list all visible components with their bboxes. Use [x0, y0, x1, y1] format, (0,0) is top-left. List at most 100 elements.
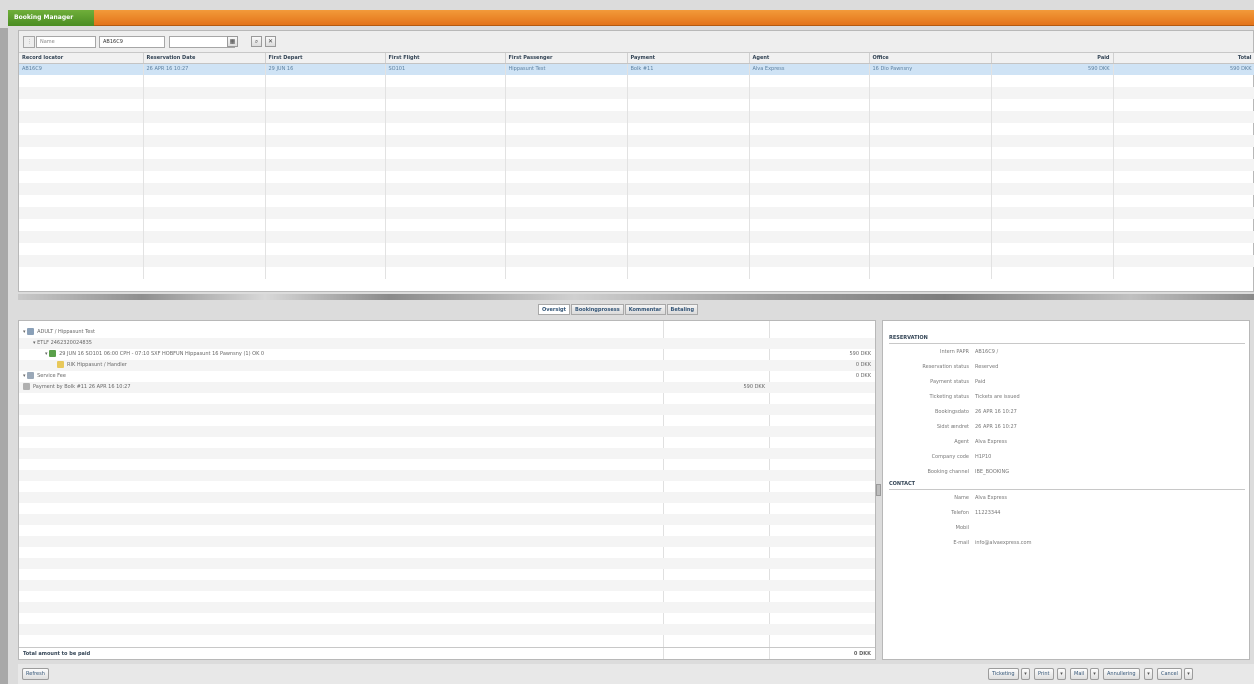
total-amount-row: Total amount to be paid 0 DKK: [19, 647, 875, 659]
cell: 29 JUN 16: [265, 63, 386, 75]
window-left-edge: [0, 28, 8, 684]
record-locator-input[interactable]: AB16C9: [99, 36, 165, 48]
pane-resize-handle[interactable]: [876, 484, 881, 496]
empty-row: [19, 536, 875, 547]
tree-row-ancillary[interactable]: RIK Hippasunt / Handler 0 DKK: [19, 360, 875, 371]
annullering-button[interactable]: Annullering: [1103, 668, 1140, 680]
table-row[interactable]: AB16C9 26 APR 16 10:27 29 JUN 16 SO101 H…: [19, 63, 1254, 75]
empty-row: [19, 635, 875, 646]
tree-amount: 590 DKK: [849, 351, 871, 357]
empty-row: [19, 183, 1254, 195]
cell: AB16C9: [19, 63, 144, 75]
empty-row: [19, 147, 1254, 159]
total-label: Total amount to be paid: [23, 651, 91, 657]
name-input[interactable]: Name: [36, 36, 96, 48]
annullering-dropdown-icon[interactable]: ▾: [1144, 668, 1153, 680]
empty-row: [19, 624, 875, 635]
empty-row: [19, 111, 1254, 123]
empty-row: [19, 580, 875, 591]
tree-label: RIK Hippasunt / Handler: [67, 362, 127, 368]
col-first-flight[interactable]: First Flight: [385, 53, 506, 64]
field-booking-channel: Booking channel IBE_BOOKING: [927, 469, 1010, 475]
refresh-button[interactable]: Refresh: [22, 668, 49, 680]
col-record-locator[interactable]: Record locator: [19, 53, 144, 64]
reservation-summary-panel: RESERVATION Intern PAPR AB16C9 / Reservat…: [882, 320, 1250, 660]
empty-row: [19, 207, 1254, 219]
col-first-passenger[interactable]: First Passenger: [505, 53, 628, 64]
divider: [889, 489, 1245, 490]
cancel-dropdown-icon[interactable]: ▾: [1184, 668, 1193, 680]
tree-label: 29 JUN 16 SO101 06:00 CPH - 07:10 SXF HO…: [59, 351, 265, 357]
tree-row-service-fee[interactable]: ▾ Service Fee 0 DKK: [19, 371, 875, 382]
fee-icon: [27, 372, 35, 379]
total-value: 0 DKK: [853, 651, 871, 657]
tree-row-ticket-number[interactable]: ▾ ETLF 2462320024835: [19, 338, 875, 349]
tree-row-segment[interactable]: ▾ 29 JUN 16 SO101 06:00 CPH - 07:10 SXF …: [19, 349, 875, 360]
expand-icon[interactable]: ▾: [33, 340, 36, 346]
tree-row-payment[interactable]: Payment by Bolk #11 26 APR 16 10:27 590 …: [19, 382, 875, 393]
empty-row: [19, 123, 1254, 135]
tab-betaling[interactable]: Betaling: [666, 304, 699, 315]
tab-bookingprosess[interactable]: Bookingprosess: [571, 304, 624, 315]
tree-amount: 0 DKK: [855, 373, 871, 379]
grip-icon: ⋮: [23, 36, 35, 48]
tree-row-passenger[interactable]: ▾ ADULT / Hippasunt Test: [19, 327, 875, 338]
expand-icon[interactable]: ▾: [45, 351, 48, 357]
ticketing-button[interactable]: Ticketing: [988, 668, 1019, 680]
col-agent[interactable]: Agent: [749, 53, 870, 64]
divider: [889, 343, 1245, 344]
calendar-icon[interactable]: ▦: [227, 36, 238, 47]
tree-label: ETLF 2462320024835: [37, 340, 92, 346]
field-reservation-status: Reservation status Reserved: [922, 364, 999, 370]
search-toolbar: ⋮ Name AB16C9 ▦ ⌕ ✕: [19, 31, 1253, 53]
mail-button[interactable]: Mail: [1070, 668, 1089, 680]
empty-row: [19, 231, 1254, 243]
field-last-changed: Sidst ændret 26 APR 16 10:27: [936, 424, 1017, 430]
empty-row: [19, 426, 875, 437]
tree-amount: 0 DKK: [855, 362, 871, 368]
col-total[interactable]: Total: [1113, 53, 1254, 64]
empty-row: [19, 415, 875, 426]
field-payment-status: Payment status Paid: [930, 379, 986, 385]
empty-row: [19, 243, 1254, 255]
empty-row: [19, 591, 875, 602]
print-button[interactable]: Print: [1034, 668, 1054, 680]
field-intern-papr: Intern PAPR AB16C9 /: [939, 349, 999, 355]
empty-row: [19, 195, 1254, 207]
col-paid[interactable]: Paid: [991, 53, 1114, 64]
cancel-button[interactable]: Cancel: [1157, 668, 1182, 680]
booking-table: Record locator Reservation Date First De…: [19, 53, 1254, 279]
empty-row: [19, 558, 875, 569]
empty-row: [19, 75, 1254, 87]
date-input[interactable]: [169, 36, 235, 48]
contact-heading: CONTACT: [889, 481, 916, 487]
ticketing-dropdown-icon[interactable]: ▾: [1021, 668, 1030, 680]
bottom-toolbar: Refresh Ticketing ▾ Print ▾ Mail ▾ Annul…: [18, 664, 1254, 684]
field-telefon: Telefon 11223344: [951, 510, 1001, 516]
empty-row: [19, 393, 875, 404]
tab-kommentar[interactable]: Kommentar: [624, 304, 666, 315]
panel-splitter[interactable]: [18, 294, 1254, 300]
tree-label: Service Fee: [37, 373, 66, 379]
print-dropdown-icon[interactable]: ▾: [1057, 668, 1066, 680]
mail-dropdown-icon[interactable]: ▾: [1090, 668, 1099, 680]
col-payment[interactable]: Payment: [627, 53, 750, 64]
col-reservation-date[interactable]: Reservation Date: [143, 53, 266, 64]
col-office[interactable]: Office: [869, 53, 992, 64]
cell: SO101: [385, 63, 506, 75]
cell: Bolk #11: [627, 63, 750, 75]
expand-icon[interactable]: ▾: [23, 329, 26, 335]
col-first-depart[interactable]: First Depart: [265, 53, 386, 64]
clear-search-icon[interactable]: ✕: [265, 36, 276, 47]
tab-oversigt[interactable]: Oversigt: [538, 304, 571, 315]
ticket-icon: [49, 350, 57, 357]
tree-label: ADULT / Hippasunt Test: [37, 329, 95, 335]
empty-row: [19, 99, 1254, 111]
empty-row: [19, 459, 875, 470]
search-button-icon[interactable]: ⌕: [251, 36, 262, 47]
field-ticketing-status: Ticketing status Tickets are issued: [929, 394, 1020, 400]
person-icon: [27, 328, 35, 335]
expand-icon[interactable]: ▾: [23, 373, 26, 379]
empty-row: [19, 87, 1254, 99]
empty-row: [19, 613, 875, 624]
